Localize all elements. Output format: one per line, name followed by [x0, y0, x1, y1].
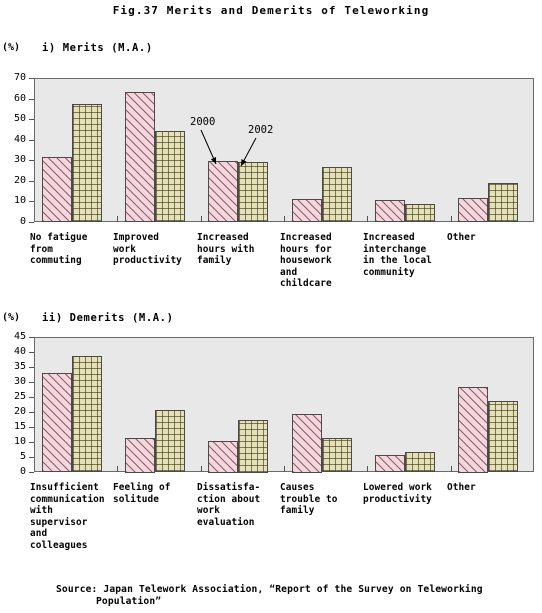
bar-2002-0 [72, 104, 102, 222]
x-axis-category-label-0: No fatigue from commuting [30, 232, 88, 266]
y-axis-tick-label: 5 [19, 451, 26, 462]
y-axis-tick-label: 45 [13, 331, 26, 342]
y-axis-tick-label: 0 [19, 216, 26, 227]
y-axis-tick [29, 160, 34, 161]
y-axis-tick-label: 30 [13, 154, 26, 165]
x-axis-tick [451, 466, 452, 472]
y-axis-tick-label: 15 [13, 421, 26, 432]
bar-2002-2 [238, 162, 268, 222]
source-note: Source: Japan Telework Association, “Rep… [56, 584, 542, 607]
y-axis-tick-label: 25 [13, 391, 26, 402]
y-axis-tick-label: 0 [19, 466, 26, 477]
x-axis-category-label-1: Improved work productivity [113, 232, 182, 266]
bar-2000-1 [125, 438, 155, 473]
bar-2000-2 [208, 441, 238, 473]
y-axis-tick-label: 40 [13, 346, 26, 357]
x-axis-category-label-3: Increased hours for housework and childc… [280, 232, 332, 289]
x-axis-category-label-2: Increased hours with family [197, 232, 255, 266]
bar-2000-4 [375, 455, 405, 472]
y-axis-tick [29, 397, 34, 398]
y-axis-tick [29, 412, 34, 413]
bar-2002-4 [405, 204, 435, 222]
y-axis-tick-label: 40 [13, 134, 26, 145]
bar-2000-1 [125, 92, 155, 222]
x-axis-category-label-5: Other [447, 232, 476, 243]
y-axis-tick-label: 35 [13, 361, 26, 372]
y-axis-unit-label-merits: (%) [2, 42, 21, 53]
y-axis-tick [29, 442, 34, 443]
x-axis-category-label-2: Dissatisfa- ction about work evaluation [197, 482, 261, 528]
y-axis-tick-label: 20 [13, 175, 26, 186]
bar-2000-5 [458, 387, 488, 473]
bar-2002-4 [405, 452, 435, 472]
series-annotation-2002: 2002 [248, 124, 274, 136]
y-axis-tick [29, 78, 34, 79]
y-axis-tick [29, 140, 34, 141]
x-axis-tick [367, 466, 368, 472]
x-axis-category-label-0: Insufficient communication with supervis… [30, 482, 105, 551]
x-axis-tick [201, 466, 202, 472]
x-axis-tick [284, 216, 285, 222]
y-axis-tick [29, 222, 34, 223]
y-axis-tick [29, 181, 34, 182]
y-axis-tick [29, 201, 34, 202]
bar-2002-0 [72, 356, 102, 472]
x-axis-category-label-5: Other [447, 482, 476, 493]
y-axis-tick-label: 50 [13, 113, 26, 124]
bar-2002-3 [322, 438, 352, 472]
source-note-line1: Source: Japan Telework Association, “Rep… [56, 584, 483, 595]
bar-2000-2 [208, 161, 238, 222]
bar-2000-3 [292, 199, 322, 222]
figure-title: Fig.37 Merits and Demerits of Teleworkin… [112, 4, 430, 17]
y-axis-unit-label-demerits: (%) [2, 312, 21, 323]
y-axis-tick-label: 70 [13, 72, 26, 83]
y-axis-tick [29, 472, 34, 473]
bar-2000-4 [375, 200, 405, 222]
bar-2000-0 [42, 157, 72, 222]
panel-heading-merits: i) Merits (M.A.) [42, 42, 153, 54]
y-axis-tick [29, 367, 34, 368]
x-axis-tick [201, 216, 202, 222]
y-axis-tick [29, 427, 34, 428]
bar-2002-1 [155, 410, 185, 472]
x-axis-tick [117, 466, 118, 472]
bar-2002-2 [238, 420, 268, 473]
y-axis-tick-label: 30 [13, 376, 26, 387]
y-axis-tick [29, 352, 34, 353]
y-axis-tick [29, 99, 34, 100]
bar-2002-3 [322, 167, 352, 222]
y-axis-tick-label: 10 [13, 436, 26, 447]
bar-2002-1 [155, 131, 185, 222]
x-axis-tick [451, 216, 452, 222]
bar-2000-5 [458, 198, 488, 222]
x-axis-category-label-4: Lowered work productivity [363, 482, 432, 505]
y-axis-tick [29, 337, 34, 338]
x-axis-tick [284, 466, 285, 472]
y-axis-tick [29, 457, 34, 458]
bar-2000-3 [292, 414, 322, 473]
y-axis-tick [29, 119, 34, 120]
bar-2002-5 [488, 401, 518, 472]
y-axis-tick [29, 382, 34, 383]
x-axis-category-label-4: Increased interchange in the local commu… [363, 232, 432, 278]
y-axis-tick-label: 20 [13, 406, 26, 417]
x-axis-tick [367, 216, 368, 222]
source-note-line2: Population” [96, 595, 162, 607]
x-axis-tick [117, 216, 118, 222]
y-axis-tick-label: 60 [13, 93, 26, 104]
panel-heading-demerits: ii) Demerits (M.A.) [42, 312, 174, 324]
bar-2000-0 [42, 373, 72, 472]
series-annotation-2000: 2000 [190, 116, 216, 128]
y-axis-tick-label: 10 [13, 195, 26, 206]
x-axis-category-label-3: Causes trouble to family [280, 482, 338, 516]
bar-2002-5 [488, 183, 518, 222]
x-axis-category-label-1: Feeling of solitude [113, 482, 171, 505]
